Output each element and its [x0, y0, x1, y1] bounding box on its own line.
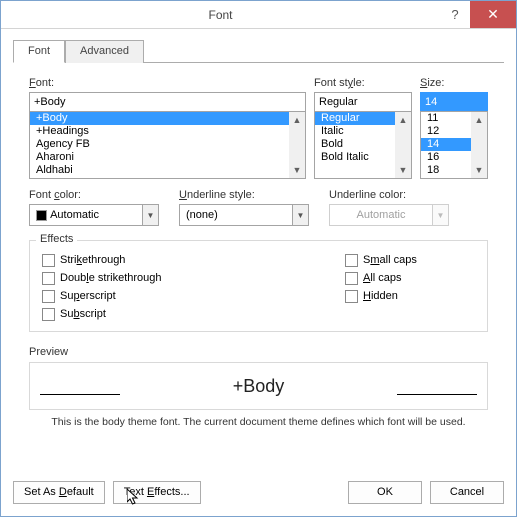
size-list-item[interactable]: 11 [421, 112, 471, 125]
scrollbar[interactable]: ▲ ▼ [395, 112, 411, 178]
title-buttons: ? ✕ [440, 1, 516, 28]
window-title: Font [1, 8, 440, 22]
font-style-listbox[interactable]: RegularItalicBoldBold Italic ▲ ▼ [314, 111, 412, 179]
font-row: Font: +Body+HeadingsAgency FBAharoniAldh… [29, 77, 488, 179]
scrollbar[interactable]: ▲ ▼ [289, 112, 305, 178]
dialog-content: Font Advanced Font: +Body+HeadingsAgency… [1, 29, 516, 440]
scroll-up-icon[interactable]: ▲ [471, 112, 487, 128]
color-swatch-icon [36, 210, 47, 221]
font-style-label: Font style: [314, 77, 412, 89]
double-strikethrough-checkbox[interactable]: Double strikethrough [42, 269, 345, 287]
tab-font[interactable]: Font [13, 40, 65, 63]
underline-style-label: Underline style: [179, 189, 309, 201]
style-list-item[interactable]: Italic [315, 125, 395, 138]
scrollbar[interactable]: ▲ ▼ [471, 112, 487, 178]
help-button[interactable]: ? [440, 1, 470, 28]
chevron-down-icon[interactable]: ▼ [292, 205, 308, 225]
subscript-checkbox[interactable]: Subscript [42, 305, 345, 323]
cancel-button[interactable]: Cancel [430, 481, 504, 504]
font-label: Font: [29, 77, 306, 89]
effects-legend: Effects [36, 233, 77, 245]
all-caps-checkbox[interactable]: All caps [345, 269, 475, 287]
font-list-item[interactable]: Aldhabi [30, 164, 289, 177]
underline-color-value: Automatic [330, 209, 432, 221]
small-caps-checkbox[interactable]: Small caps [345, 251, 475, 269]
scroll-down-icon[interactable]: ▼ [289, 162, 305, 178]
tab-advanced[interactable]: Advanced [65, 40, 144, 63]
size-input[interactable] [420, 92, 488, 112]
size-list-item[interactable]: 14 [421, 138, 471, 151]
font-color-combo[interactable]: Automatic ▼ [29, 204, 159, 226]
font-input[interactable] [29, 92, 306, 112]
underline-color-label: Underline color: [329, 189, 449, 201]
font-list-item[interactable]: Aharoni [30, 151, 289, 164]
scroll-down-icon[interactable]: ▼ [471, 162, 487, 178]
preview-hint: This is the body theme font. The current… [29, 416, 488, 428]
font-color-value: Automatic [50, 209, 99, 221]
scroll-up-icon[interactable]: ▲ [395, 112, 411, 128]
chevron-down-icon: ▼ [432, 205, 448, 225]
font-listbox[interactable]: +Body+HeadingsAgency FBAharoniAldhabi ▲ … [29, 111, 306, 179]
preview-sample: +Body [233, 376, 285, 397]
preview-line [40, 394, 120, 395]
font-list-item[interactable]: Agency FB [30, 138, 289, 151]
underline-color-combo: Automatic ▼ [329, 204, 449, 226]
font-style-input[interactable] [314, 92, 412, 112]
font-color-label: Font color: [29, 189, 159, 201]
preview-label: Preview [29, 346, 488, 358]
chevron-down-icon[interactable]: ▼ [142, 205, 158, 225]
underline-style-combo[interactable]: (none) ▼ [179, 204, 309, 226]
size-list-item[interactable]: 18 [421, 164, 471, 177]
ok-button[interactable]: OK [348, 481, 422, 504]
set-as-default-button[interactable]: Set As Default [13, 481, 105, 504]
preview-box: +Body [29, 362, 488, 410]
style-list-item[interactable]: Regular [315, 112, 395, 125]
underline-style-value: (none) [180, 209, 292, 221]
size-list-item[interactable]: 16 [421, 151, 471, 164]
hidden-checkbox[interactable]: Hidden [345, 287, 475, 305]
font-list-item[interactable]: +Headings [30, 125, 289, 138]
titlebar: Font ? ✕ [1, 1, 516, 29]
preview-line [397, 394, 477, 395]
text-effects-button[interactable]: Text Effects... [113, 481, 201, 504]
size-listbox[interactable]: 1112141618 ▲ ▼ [420, 111, 488, 179]
scroll-down-icon[interactable]: ▼ [395, 162, 411, 178]
style-list-item[interactable]: Bold [315, 138, 395, 151]
close-button[interactable]: ✕ [470, 1, 516, 28]
font-dialog: Font ? ✕ Font Advanced Font: +Body+Headi… [0, 0, 517, 517]
strikethrough-checkbox[interactable]: Strikethrough [42, 251, 345, 269]
button-row: Set As Default Text Effects... OK Cancel [13, 481, 504, 504]
color-row: Font color: Automatic ▼ Underline style:… [29, 189, 488, 226]
size-label: Size: [420, 77, 488, 89]
scroll-up-icon[interactable]: ▲ [289, 112, 305, 128]
tab-strip: Font Advanced [13, 39, 504, 63]
size-list-item[interactable]: 12 [421, 125, 471, 138]
effects-group: Effects Strikethrough Double strikethrou… [29, 240, 488, 332]
style-list-item[interactable]: Bold Italic [315, 151, 395, 164]
font-list-item[interactable]: +Body [30, 112, 289, 125]
tab-panel-font: Font: +Body+HeadingsAgency FBAharoniAldh… [13, 77, 504, 428]
superscript-checkbox[interactable]: Superscript [42, 287, 345, 305]
